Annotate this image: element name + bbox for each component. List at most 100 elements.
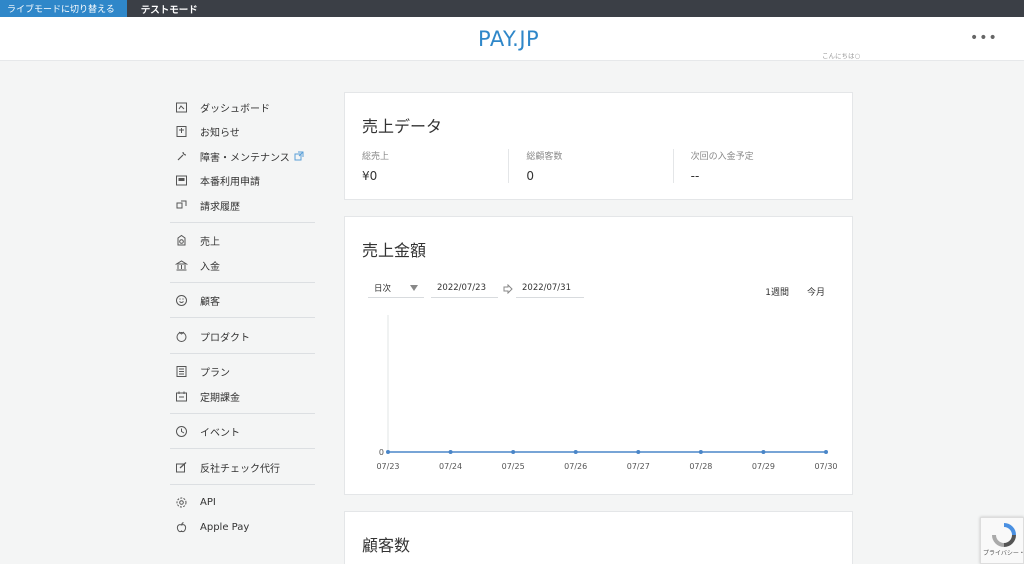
stat-label: 次回の入金予定 [690, 152, 754, 162]
stat-value: -- [690, 169, 700, 183]
sidebar-item-sales[interactable]: 売上 [170, 229, 315, 254]
sidebar-item-label: 定期課金 [200, 392, 240, 404]
application-icon [175, 174, 188, 187]
nav-group: 売上 入金 [170, 229, 315, 283]
y-tick-label: 0 [379, 448, 384, 457]
x-tick-label: 07/29 [752, 462, 775, 471]
sales-amount-card: 売上金額 日次 2022/07/23 2022/07/31 1週間 今月 0 07… [344, 216, 853, 495]
sales-line-chart: 0 07/23 07/24 07/25 07/26 07/27 07/28 07/29 07/3… [376, 315, 838, 471]
sidebar-item-customer[interactable]: 顧客 [170, 289, 315, 314]
x-tick-label: 07/24 [439, 462, 462, 471]
notice-icon [175, 125, 188, 138]
customer-count-card: 顧客数 [344, 511, 853, 564]
data-point [386, 450, 390, 454]
billing-icon [175, 199, 188, 212]
sidebar-item-label: 入金 [200, 261, 220, 273]
sidebar-item-bank[interactable]: 入金 [170, 253, 315, 278]
switch-live-mode-button[interactable]: ライブモードに切り替える [0, 0, 127, 17]
stat-next-payout: 次回の入金予定 -- [672, 149, 837, 183]
sidebar-item-application[interactable]: 本番利用申請 [170, 169, 315, 194]
x-tick-label: 07/30 [814, 462, 837, 471]
x-tick-label: 07/28 [689, 462, 712, 471]
data-point [573, 450, 578, 454]
nav-group: 顧客 [170, 289, 315, 318]
recaptcha-icon [992, 523, 1016, 547]
product-icon [175, 330, 188, 343]
data-point [511, 450, 516, 454]
external-link-icon [294, 151, 304, 161]
customer-icon [175, 294, 188, 307]
sidebar-item-label: Apple Pay [200, 521, 250, 533]
sidebar-nav: ダッシュボード お知らせ障害・メンテナンス 本番利用申請 請求履歴売上入金顧客プロダク… [170, 95, 315, 550]
sidebar-item-billing[interactable]: 請求履歴 [170, 193, 315, 218]
applepay-icon [175, 521, 188, 534]
stat-total-customers: 総顧客数 0 [508, 149, 672, 183]
data-point [448, 450, 453, 454]
sidebar-item-label: 本番利用申請 [200, 177, 260, 189]
sidebar-item-plan[interactable]: プラン [170, 360, 315, 385]
mode-bar: ライブモードに切り替える テストモード [0, 0, 1024, 17]
sales-icon [175, 234, 188, 247]
greeting-text: こんにちは○ [822, 52, 861, 60]
sidebar-item-notice[interactable]: お知らせ [170, 120, 315, 145]
plan-icon [175, 365, 188, 378]
x-tick-label: 07/26 [564, 462, 587, 471]
sidebar-item-subscription[interactable]: 定期課金 [170, 384, 315, 409]
logo-main: PAY [478, 27, 513, 51]
sidebar-item-check[interactable]: 反社チェック代行 [170, 455, 315, 480]
data-point [824, 450, 828, 454]
subscription-icon [175, 390, 188, 403]
check-icon [175, 461, 188, 474]
sidebar-item-label: 顧客 [200, 297, 220, 309]
stat-label: 総顧客数 [526, 152, 563, 162]
nav-group: イベント [170, 420, 315, 449]
sidebar-item-label: イベント [200, 428, 240, 440]
stats-row: 総売上 ¥0 総顧客数 0 次回の入金予定 -- [362, 149, 837, 183]
recaptcha-text: プライバシー・利用規約 [983, 550, 1024, 557]
x-tick-label: 07/25 [502, 462, 525, 471]
sidebar-item-label: ダッシュボード [200, 103, 270, 115]
data-point [636, 450, 641, 454]
event-icon [175, 425, 188, 438]
data-point [761, 450, 766, 454]
more-menu-button[interactable]: ••• [970, 30, 998, 46]
nav-group: API Apple Pay [170, 491, 315, 544]
x-tick-label: 07/27 [627, 462, 650, 471]
sidebar-item-applepay[interactable]: Apple Pay [170, 515, 315, 540]
header: PAY.JP こんにちは○ ••• [0, 17, 1024, 61]
dashboard-icon [175, 101, 188, 114]
nav-group: 反社チェック代行 [170, 455, 315, 485]
nav-group: プラン 定期課金 [170, 360, 315, 414]
stat-value: ¥0 [362, 169, 378, 183]
payjp-logo[interactable]: PAY.JP [478, 27, 539, 51]
api-icon [175, 496, 188, 509]
sidebar-item-label: 請求履歴 [200, 201, 240, 213]
sidebar-item-api[interactable]: API [170, 491, 315, 516]
stat-label: 総売上 [362, 152, 390, 162]
stat-total-sales: 総売上 ¥0 [362, 149, 508, 183]
sales-data-card: 売上データ 総売上 ¥0 総顧客数 0 次回の入金予定 -- [344, 92, 853, 200]
sidebar-item-label: 障害・メンテナンス [200, 152, 290, 164]
logo-sub: JP [519, 27, 540, 51]
sidebar-item-event[interactable]: イベント [170, 420, 315, 445]
sidebar-item-product[interactable]: プロダクト [170, 324, 315, 349]
test-mode-label: テストモード [140, 4, 198, 16]
sidebar-item-label: お知らせ [200, 128, 240, 140]
nav-group: ダッシュボード お知らせ障害・メンテナンス 本番利用申請 請求履歴 [170, 95, 315, 223]
sidebar-item-dashboard[interactable]: ダッシュボード [170, 95, 315, 120]
bank-icon [175, 259, 188, 272]
sidebar-item-label: 売上 [200, 237, 220, 249]
x-tick-label: 07/23 [376, 462, 399, 471]
sales-data-title: 売上データ [362, 117, 443, 136]
sidebar-item-label: API [200, 497, 216, 509]
sidebar-item-maintenance[interactable]: 障害・メンテナンス [170, 144, 315, 169]
sidebar-item-label: プロダクト [200, 332, 250, 344]
recaptcha-badge[interactable]: プライバシー・利用規約 [980, 517, 1024, 564]
sidebar-item-label: 反社チェック代行 [200, 463, 280, 475]
sidebar-item-label: プラン [200, 368, 230, 380]
maintenance-icon [175, 150, 188, 163]
stat-value: 0 [526, 169, 534, 183]
customer-count-title: 顧客数 [362, 536, 411, 555]
data-point [698, 450, 703, 454]
nav-group: プロダクト [170, 324, 315, 354]
